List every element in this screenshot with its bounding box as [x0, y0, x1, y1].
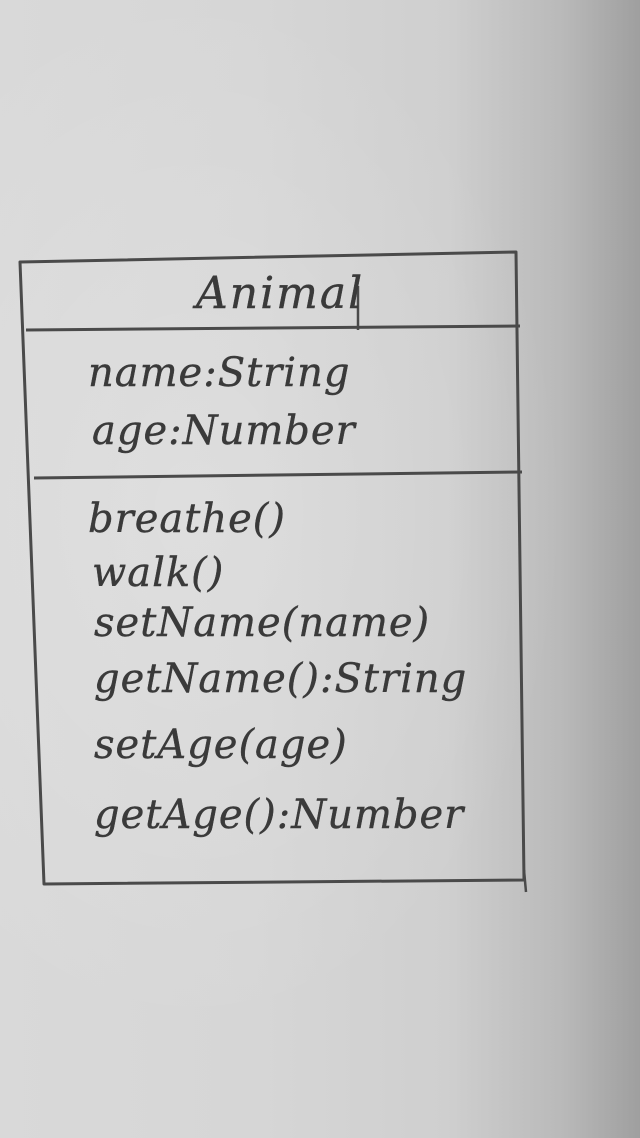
operation-set-name: setName(name) — [94, 600, 431, 646]
operation-get-name: getName():String — [94, 656, 468, 702]
operation-set-age: setAge(age) — [94, 722, 348, 768]
class-name: Animal — [196, 268, 365, 319]
attributes-divider-line — [33, 470, 523, 480]
attribute-name: name:String — [88, 350, 351, 396]
attribute-age: age:Number — [92, 408, 356, 454]
operation-get-age: getAge():Number — [94, 792, 465, 838]
operation-breathe: breathe() — [88, 496, 286, 542]
operation-walk: walk() — [92, 550, 225, 596]
name-divider-line — [25, 324, 521, 332]
box-corner-tick — [522, 869, 528, 893]
